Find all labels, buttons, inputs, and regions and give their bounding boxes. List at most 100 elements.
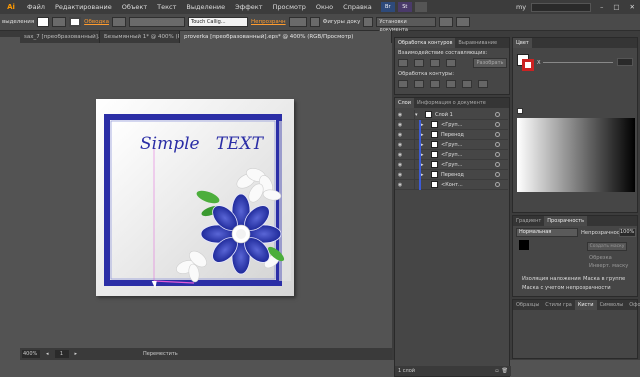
target-icon[interactable] <box>495 122 500 127</box>
new-layer-icon[interactable]: ▫ <box>495 368 498 374</box>
target-icon[interactable] <box>495 152 500 157</box>
expand-arrow-icon[interactable]: ▸ <box>421 172 428 178</box>
isolate-blending-label[interactable]: Изоляция наложения <box>522 276 581 282</box>
eye-icon[interactable]: ◉ <box>395 172 405 178</box>
lock-toggle[interactable] <box>405 149 415 160</box>
outline-icon[interactable] <box>462 80 472 88</box>
artboard-number[interactable]: 1 <box>54 350 69 358</box>
bridge-icon[interactable]: Br <box>380 2 395 12</box>
menu-type[interactable]: Текст <box>152 3 181 11</box>
minus-front-icon[interactable] <box>414 59 424 67</box>
crop-icon[interactable] <box>446 80 456 88</box>
stroke-link[interactable]: Обводка <box>84 19 109 25</box>
doc-tab-sax[interactable]: sax_7 [преобразованный].eps* <box>20 31 100 43</box>
prev-artboard-icon[interactable]: ◂ <box>46 351 49 357</box>
tab-appearance[interactable]: Оформле <box>626 300 640 310</box>
color-spectrum[interactable] <box>517 118 635 192</box>
next-artboard-icon[interactable]: ▸ <box>75 351 78 357</box>
trim-icon[interactable] <box>414 80 424 88</box>
make-mask-button[interactable]: Создать маску <box>587 242 627 251</box>
stroke-color-swatch[interactable] <box>522 59 534 71</box>
workspace-name[interactable]: my <box>511 3 531 11</box>
tab-align[interactable]: Выравнивание <box>455 38 500 48</box>
expand-arrow-icon[interactable]: ▸ <box>421 142 428 148</box>
tab-gradient[interactable]: Градиент <box>513 216 544 226</box>
artwork-text[interactable]: Simple TEXT <box>140 134 263 154</box>
none-swatch[interactable] <box>517 108 523 114</box>
stroke-swatch[interactable] <box>69 17 82 27</box>
target-icon[interactable] <box>495 182 500 187</box>
opacity-input[interactable] <box>288 17 307 27</box>
merge-icon[interactable] <box>430 80 440 88</box>
minimize-icon[interactable]: – <box>595 3 608 11</box>
menu-select[interactable]: Выделение <box>181 3 230 11</box>
expand-arrow-icon[interactable]: ▸ <box>421 122 428 128</box>
layer-row[interactable]: ◉ <Конт... <box>395 179 508 190</box>
eye-icon[interactable]: ◉ <box>395 112 405 118</box>
layer-row[interactable]: ◉ ▸ <Груп... <box>395 149 508 160</box>
opacity-link[interactable]: Непрозрачн <box>251 19 286 25</box>
menu-file[interactable]: Файл <box>22 3 50 11</box>
grid-dropdown[interactable] <box>363 17 374 27</box>
doc-tab-proverka[interactable]: proverka [преобразованный].eps* @ 400% (… <box>180 31 392 43</box>
tab-graphic-styles[interactable]: Стили гра <box>542 300 575 310</box>
tab-brushes[interactable]: Кисти <box>574 300 597 310</box>
menu-effect[interactable]: Эффект <box>230 3 267 11</box>
lock-toggle[interactable] <box>405 129 415 140</box>
target-icon[interactable] <box>495 162 500 167</box>
arrange-icon[interactable] <box>439 17 454 27</box>
minus-back-icon[interactable] <box>478 80 488 88</box>
knockout-group-label[interactable]: Маска в группе <box>583 276 625 282</box>
doc-tab-untitled[interactable]: Безымянный 1* @ 400% (R... <box>100 31 180 43</box>
eye-icon[interactable]: ◉ <box>395 132 405 138</box>
document-setup-button[interactable]: Установки документа <box>376 17 437 33</box>
delete-layer-icon[interactable]: 🗑 <box>502 368 508 374</box>
layer-row[interactable]: ◉ ▸ Перенод <box>395 129 508 140</box>
variable-width[interactable] <box>128 17 185 27</box>
search-input[interactable] <box>531 2 592 12</box>
zoom-field[interactable]: 400% <box>22 350 40 358</box>
layer-row[interactable]: ◉ ▸ <Груп... <box>395 139 508 150</box>
target-icon[interactable] <box>495 142 500 147</box>
fill-swatch[interactable] <box>37 17 50 27</box>
tab-swatches[interactable]: Образцы <box>513 300 542 310</box>
invert-mask-label[interactable]: Инверт. маску <box>589 263 628 269</box>
menu-edit[interactable]: Редактирование <box>50 3 117 11</box>
expand-arrow-icon[interactable]: ▸ <box>421 132 428 138</box>
unite-icon[interactable] <box>398 59 408 67</box>
close-icon[interactable]: ✕ <box>625 3 640 11</box>
eye-icon[interactable]: ◉ <box>395 122 405 128</box>
color-value-input[interactable] <box>617 58 633 66</box>
menu-help[interactable]: Справка <box>338 3 377 11</box>
tab-layers[interactable]: Слои <box>395 98 414 108</box>
expand-arrow-icon[interactable]: ▸ <box>421 152 428 158</box>
color-slider[interactable] <box>543 62 613 63</box>
workspace-icon[interactable] <box>414 2 427 12</box>
expand-arrow-icon[interactable]: ▾ <box>415 112 422 118</box>
opacity-input[interactable]: 100% <box>619 228 636 237</box>
eye-icon[interactable]: ◉ <box>395 182 405 188</box>
target-icon[interactable] <box>495 132 500 137</box>
tab-symbols[interactable]: Символы <box>597 300 627 310</box>
intersect-icon[interactable] <box>430 59 440 67</box>
artboard[interactable] <box>96 99 294 296</box>
eye-icon[interactable]: ◉ <box>395 152 405 158</box>
fill-dropdown[interactable] <box>52 17 67 27</box>
blend-mode-select[interactable]: Нормальная <box>516 228 578 237</box>
eye-icon[interactable]: ◉ <box>395 142 405 148</box>
lock-toggle[interactable] <box>405 119 415 130</box>
brush-dropdown[interactable]: Touch Callig... <box>187 17 248 27</box>
tab-document-info[interactable]: Информация о документе <box>414 98 489 108</box>
lock-toggle[interactable] <box>405 109 415 120</box>
maximize-icon[interactable]: □ <box>608 3 624 11</box>
panel-menu-icon[interactable] <box>456 17 471 27</box>
stroke-weight[interactable] <box>111 17 126 27</box>
lock-toggle[interactable] <box>405 139 415 150</box>
lock-toggle[interactable] <box>405 169 415 180</box>
layer-row[interactable]: ◉ ▸ <Груп... <box>395 159 508 170</box>
eye-icon[interactable]: ◉ <box>395 162 405 168</box>
stock-icon[interactable]: St <box>397 2 412 12</box>
expand-arrow-icon[interactable]: ▸ <box>421 162 428 168</box>
layer-row[interactable]: ◉ ▸ Перенод <box>395 169 508 180</box>
lock-toggle[interactable] <box>405 159 415 170</box>
